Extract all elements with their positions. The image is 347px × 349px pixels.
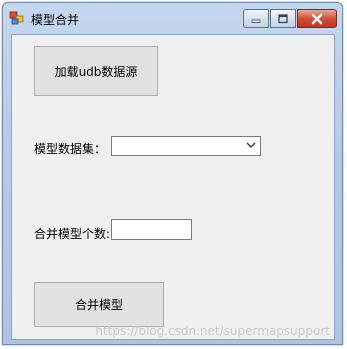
- dataset-combobox[interactable]: [111, 136, 261, 156]
- chevron-down-icon: [246, 142, 256, 148]
- caption-buttons: [242, 9, 337, 29]
- app-window: 模型合并 加载udb数据源 模型数据集： 合并模型个数: 合并模型 https:…: [2, 2, 343, 345]
- count-input[interactable]: [111, 219, 192, 240]
- app-form-icon: [9, 10, 25, 26]
- merge-models-button[interactable]: 合并模型: [34, 282, 164, 327]
- dataset-label: 模型数据集：: [34, 142, 107, 156]
- title-bar[interactable]: 模型合并: [3, 3, 342, 34]
- window-title: 模型合并: [31, 13, 80, 27]
- minimize-button[interactable]: [243, 9, 269, 28]
- load-udb-button[interactable]: 加载udb数据源: [34, 46, 158, 96]
- maximize-button[interactable]: [270, 9, 296, 28]
- count-label: 合并模型个数:: [34, 227, 111, 241]
- close-icon: [311, 13, 323, 24]
- maximize-icon: [278, 13, 288, 23]
- form-client-area: 加载udb数据源 模型数据集： 合并模型个数: 合并模型 https://blo…: [11, 34, 335, 340]
- minimize-icon: [251, 19, 261, 23]
- close-button[interactable]: [297, 9, 337, 28]
- watermark: https://blog.csdn.net/supermapsupport: [95, 324, 330, 338]
